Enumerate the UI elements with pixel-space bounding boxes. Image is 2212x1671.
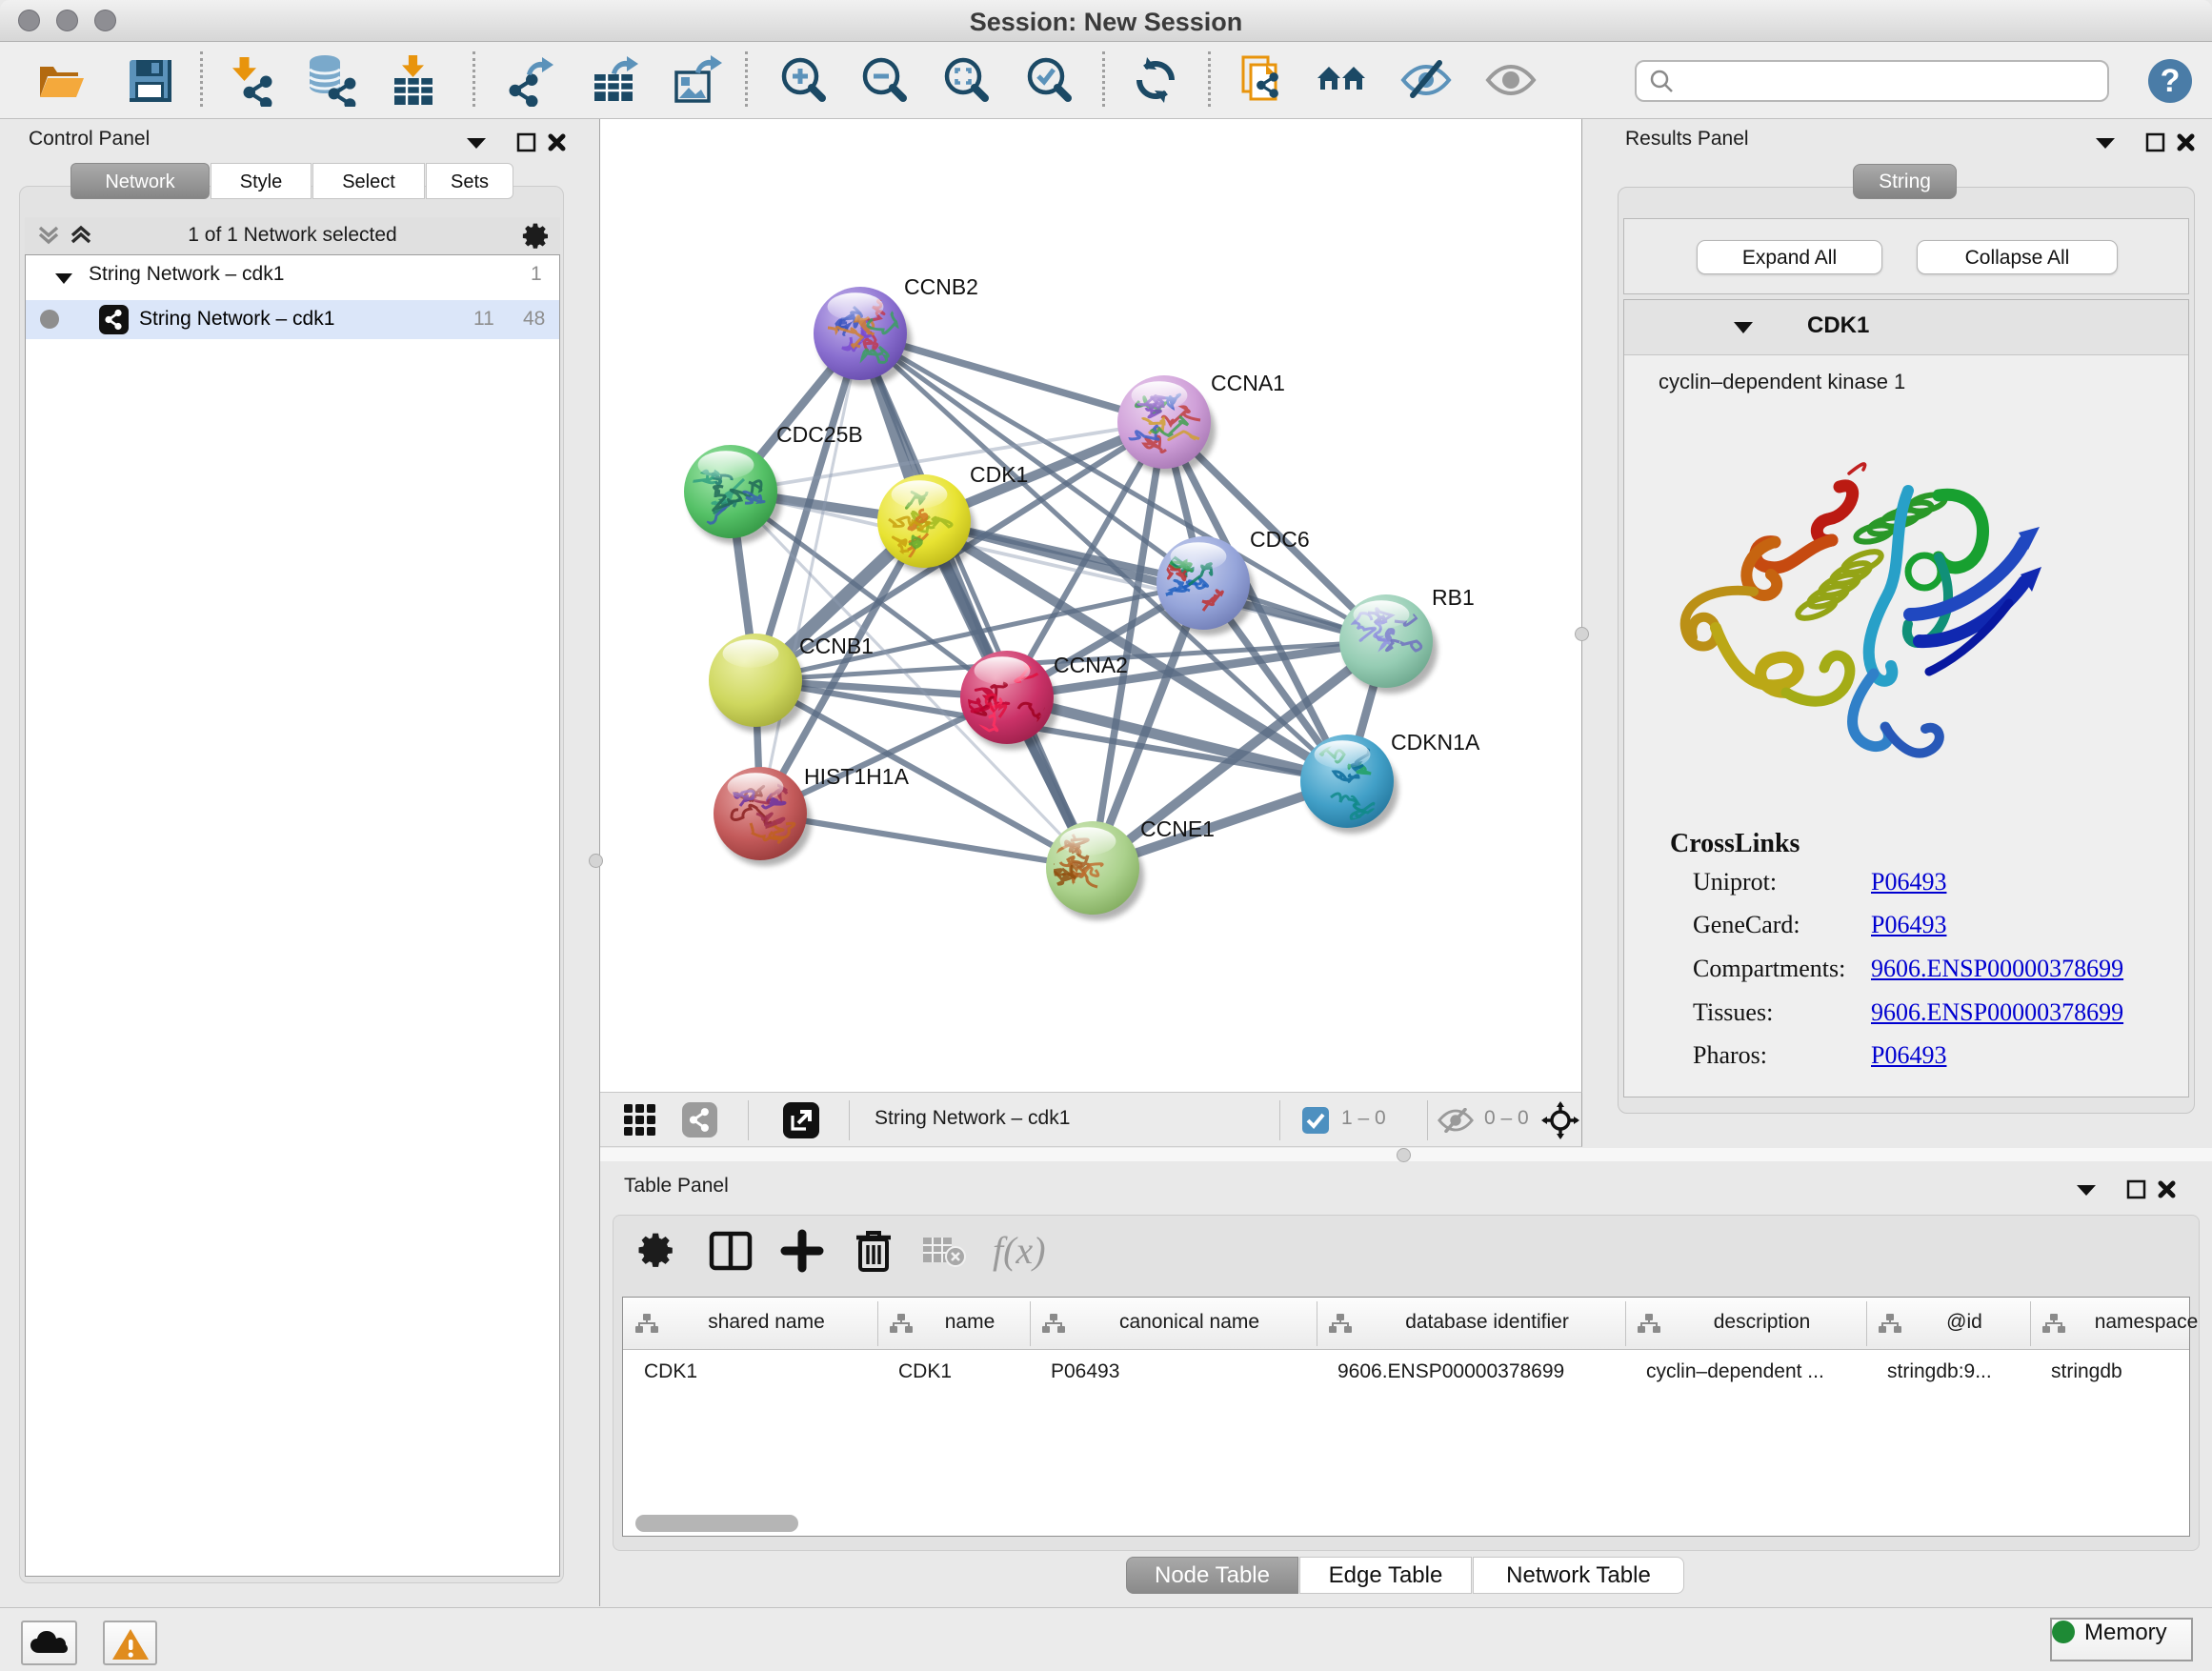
- svg-text:CDC6: CDC6: [1250, 527, 1310, 552]
- svg-text:CDC25B: CDC25B: [776, 422, 863, 447]
- svg-text:CCNB1: CCNB1: [799, 634, 874, 658]
- svg-text:CCNA1: CCNA1: [1211, 371, 1285, 395]
- svg-text:HIST1H1A: HIST1H1A: [804, 764, 910, 789]
- svg-text:CDK1: CDK1: [970, 462, 1028, 487]
- svg-text:CCNB2: CCNB2: [904, 274, 978, 299]
- svg-text:CDKN1A: CDKN1A: [1391, 730, 1480, 755]
- svg-text:RB1: RB1: [1432, 585, 1475, 610]
- svg-text:CCNA2: CCNA2: [1054, 653, 1128, 677]
- svg-text:CCNE1: CCNE1: [1140, 816, 1215, 841]
